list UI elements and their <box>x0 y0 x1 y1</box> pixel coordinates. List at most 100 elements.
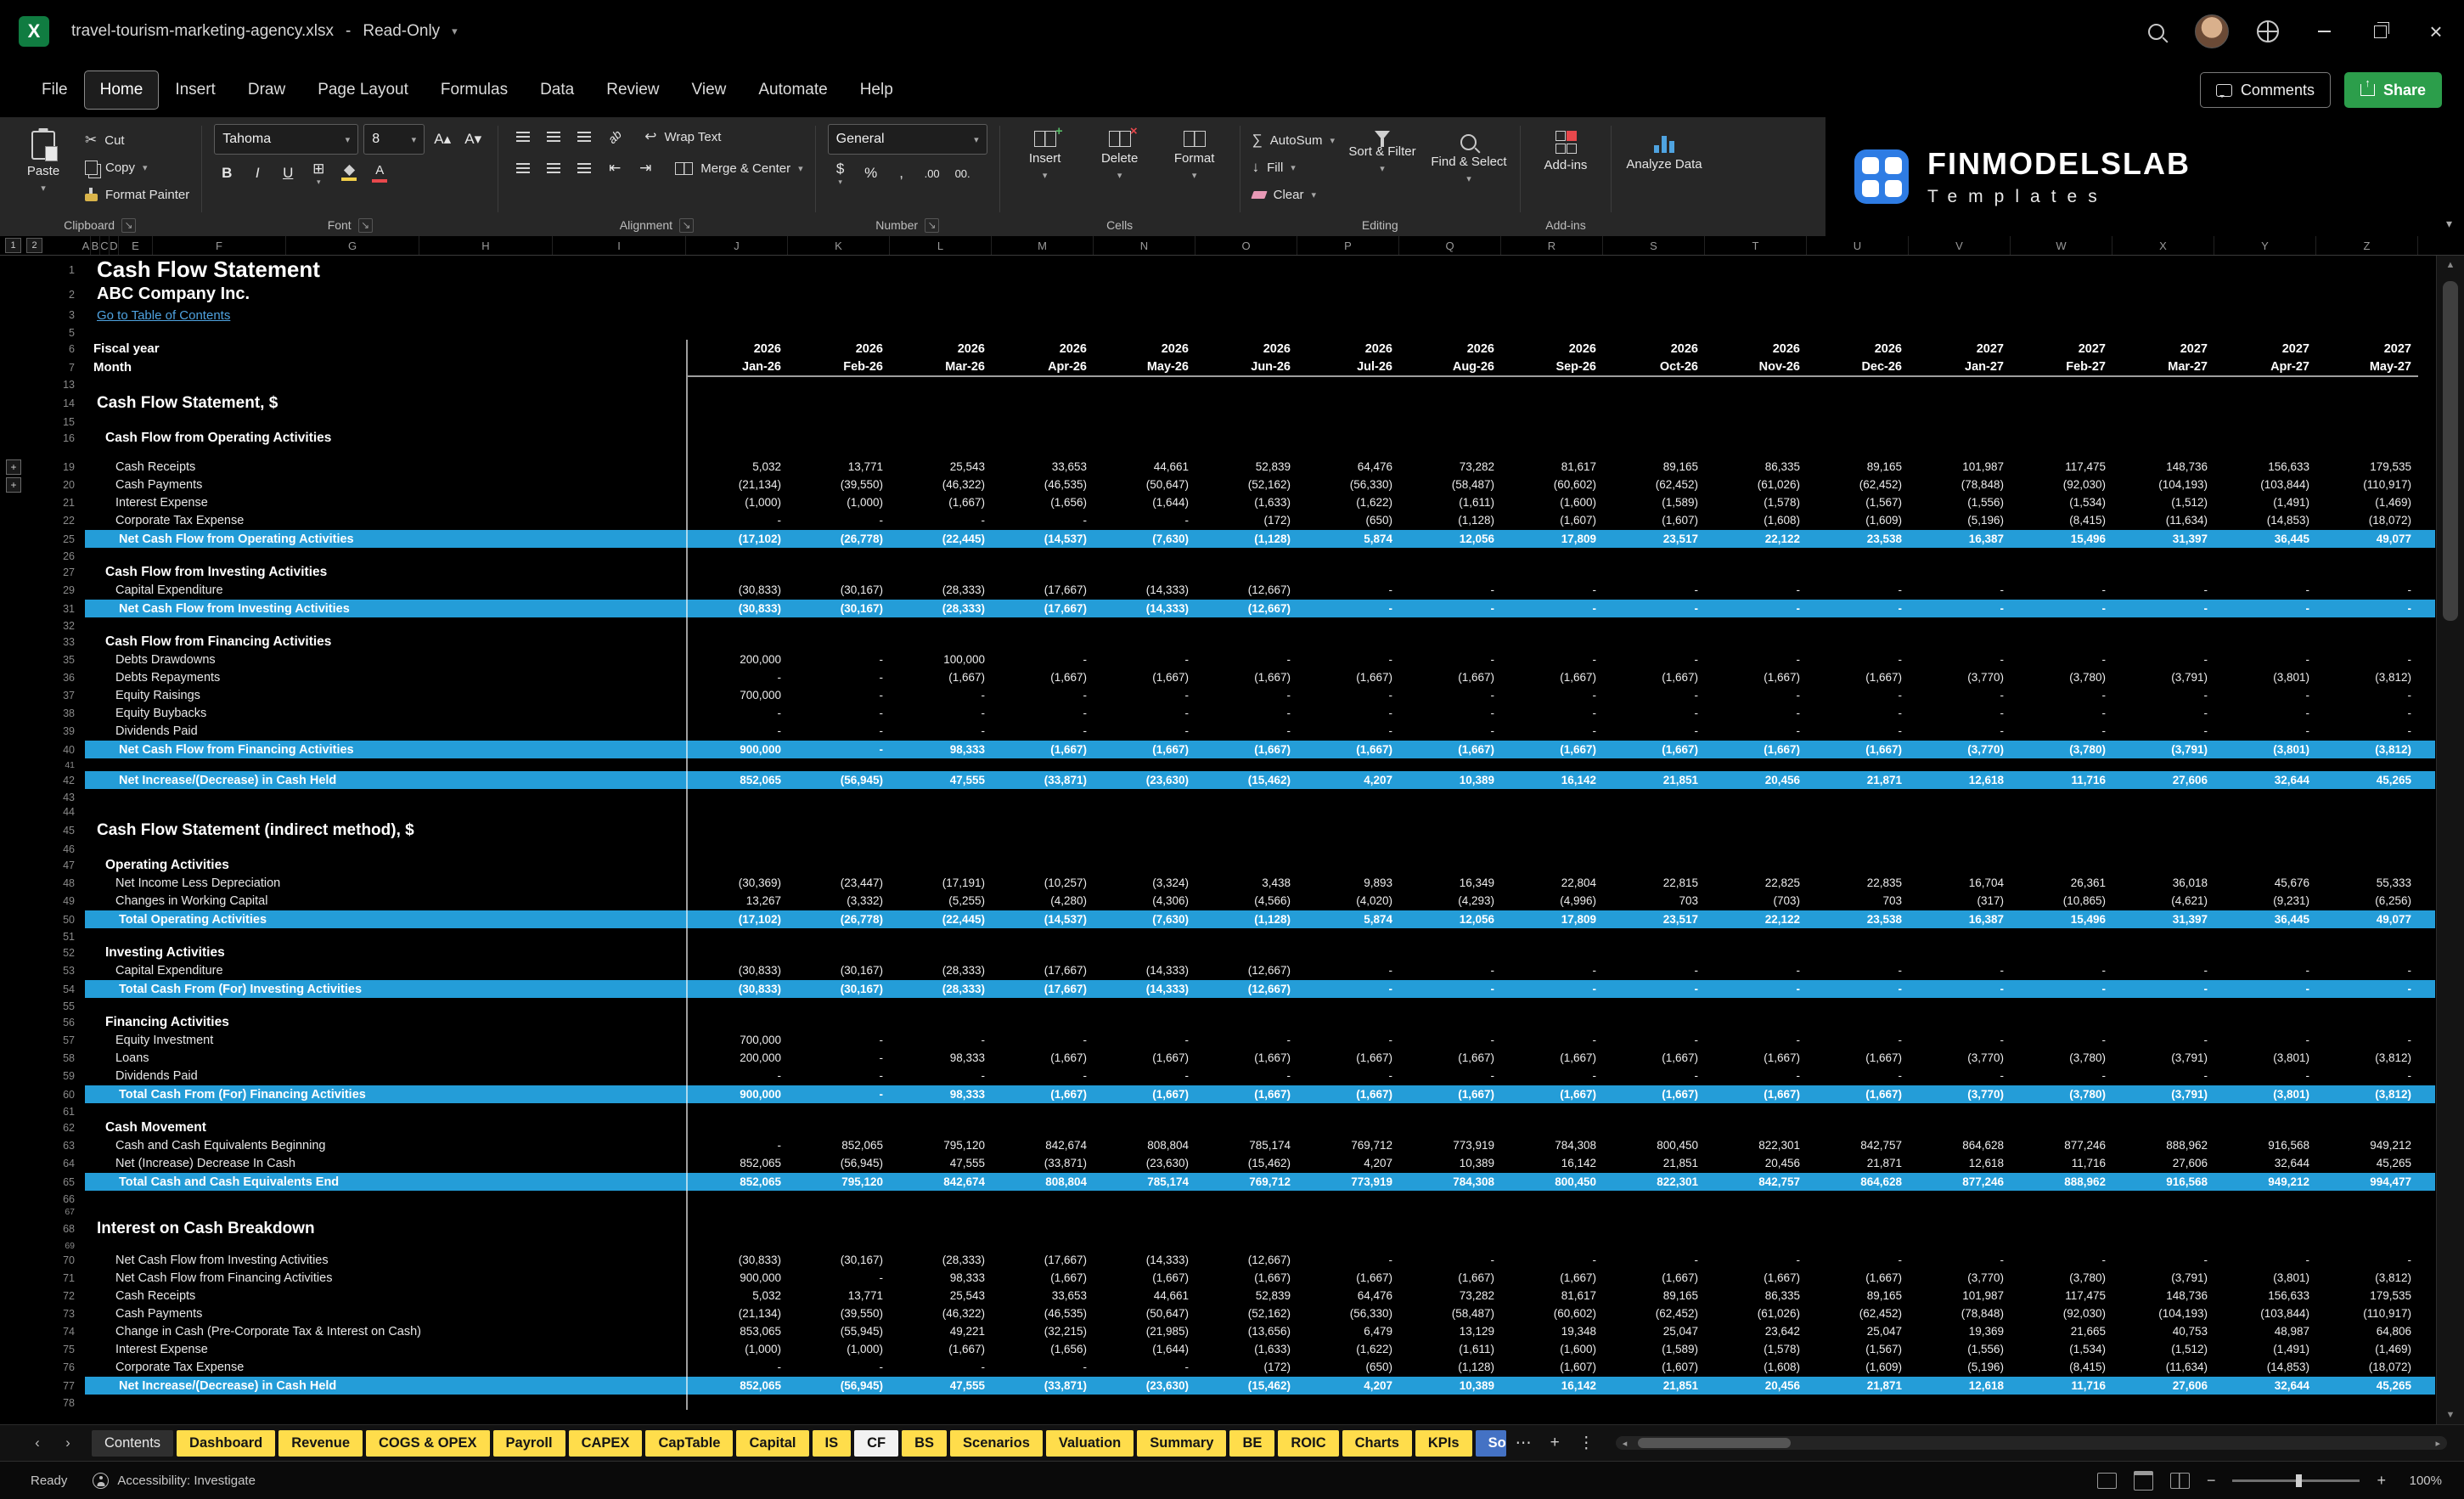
cell[interactable]: (12,667) <box>1197 961 1299 979</box>
cell[interactable]: 9,893 <box>1299 874 1401 892</box>
cell[interactable]: (3,780) <box>2012 1085 2114 1104</box>
row-number[interactable]: 2 <box>31 284 82 305</box>
cell[interactable]: - <box>1910 1251 2012 1269</box>
cell[interactable]: (3,812) <box>2318 1049 2420 1067</box>
cell[interactable]: (1,534) <box>2012 1340 2114 1358</box>
cell[interactable]: (58,487) <box>1401 476 1503 493</box>
cell[interactable]: - <box>1707 961 1809 979</box>
cell[interactable]: 21,851 <box>1605 1376 1707 1395</box>
cut-button[interactable]: ✂Cut <box>85 129 189 151</box>
cell[interactable]: (15,462) <box>1197 1376 1299 1395</box>
cell[interactable]: - <box>1809 581 1910 599</box>
cell[interactable]: (21,134) <box>688 1305 790 1322</box>
cell[interactable]: Dec-26 <box>1809 358 1910 375</box>
cell[interactable]: (1,667) <box>1605 1085 1707 1104</box>
row-number[interactable]: 57 <box>31 1031 82 1049</box>
cell[interactable]: (55,945) <box>790 1322 892 1340</box>
cell[interactable]: 21,851 <box>1605 770 1707 790</box>
cell[interactable]: - <box>892 1358 993 1376</box>
cell[interactable]: 98,333 <box>892 1269 993 1287</box>
cell[interactable]: - <box>1503 722 1605 740</box>
cell[interactable]: Mar-26 <box>892 358 993 375</box>
cell[interactable]: 22,122 <box>1707 529 1809 549</box>
menu-tab-page-layout[interactable]: Page Layout <box>301 70 425 110</box>
cell[interactable]: - <box>688 722 790 740</box>
cell[interactable]: 20,456 <box>1707 1376 1809 1395</box>
cell[interactable]: (28,333) <box>892 581 993 599</box>
cell[interactable]: 2027 <box>1910 340 2012 358</box>
underline-button[interactable]: U <box>275 161 301 186</box>
cell[interactable]: - <box>1503 1031 1605 1049</box>
cell[interactable]: (60,602) <box>1503 476 1605 493</box>
cell[interactable]: 822,301 <box>1605 1172 1707 1192</box>
cell[interactable]: (23,630) <box>1095 770 1197 790</box>
cell[interactable]: - <box>688 1067 790 1085</box>
cell[interactable]: 800,450 <box>1503 1172 1605 1192</box>
cell[interactable]: - <box>2216 1067 2318 1085</box>
cell[interactable]: (50,647) <box>1095 1305 1197 1322</box>
cell[interactable]: (52,162) <box>1197 476 1299 493</box>
cell[interactable]: 2026 <box>892 340 993 358</box>
cell[interactable]: (3,791) <box>2114 740 2216 759</box>
cell[interactable]: 12,618 <box>1910 770 2012 790</box>
cell[interactable]: (3,780) <box>2012 1269 2114 1287</box>
cell[interactable]: - <box>1605 686 1707 704</box>
cell[interactable]: - <box>790 1049 892 1067</box>
cell[interactable]: (1,667) <box>1401 1085 1503 1104</box>
cell[interactable]: 47,555 <box>892 1376 993 1395</box>
cell[interactable]: 2026 <box>1299 340 1401 358</box>
cell[interactable]: Sep-26 <box>1503 358 1605 375</box>
cell[interactable]: (3,791) <box>2114 1085 2216 1104</box>
cell[interactable]: - <box>1910 651 2012 668</box>
cell[interactable]: - <box>1707 722 1809 740</box>
cell[interactable]: (15,462) <box>1197 1154 1299 1172</box>
cell[interactable]: - <box>1197 1031 1299 1049</box>
cell[interactable]: 156,633 <box>2216 458 2318 476</box>
cell[interactable]: - <box>1503 961 1605 979</box>
cell[interactable]: (30,167) <box>790 1251 892 1269</box>
cell[interactable]: - <box>2012 1251 2114 1269</box>
zoom-in-button[interactable]: + <box>2377 1472 2386 1490</box>
cell[interactable]: 86,335 <box>1707 1287 1809 1305</box>
cell[interactable]: (317) <box>1910 892 2012 910</box>
cell[interactable]: - <box>1401 599 1503 618</box>
menu-tab-home[interactable]: Home <box>84 70 160 110</box>
cell[interactable]: (3,801) <box>2216 740 2318 759</box>
cell[interactable]: (1,589) <box>1605 493 1707 511</box>
bold-button[interactable]: B <box>214 161 239 186</box>
cell[interactable]: - <box>1707 686 1809 704</box>
cell[interactable]: (62,452) <box>1809 476 1910 493</box>
cell[interactable]: (17,102) <box>688 910 790 929</box>
cell[interactable]: 2026 <box>1197 340 1299 358</box>
cell[interactable]: (14,853) <box>2216 1358 2318 1376</box>
cell[interactable]: 148,736 <box>2114 1287 2216 1305</box>
cell[interactable]: 900,000 <box>688 1085 790 1104</box>
cell[interactable]: - <box>790 704 892 722</box>
cell[interactable]: 47,555 <box>892 1154 993 1172</box>
cell[interactable]: (30,369) <box>688 874 790 892</box>
cell[interactable]: 86,335 <box>1707 458 1809 476</box>
cell[interactable]: 13,771 <box>790 458 892 476</box>
cell[interactable]: (3,791) <box>2114 668 2216 686</box>
more-sheets-button[interactable]: ⋯ <box>1506 1434 1541 1453</box>
next-sheet-icon[interactable]: › <box>53 1434 83 1451</box>
column-header[interactable]: Z <box>2316 236 2418 255</box>
cell[interactable]: 769,712 <box>1197 1172 1299 1192</box>
cell[interactable]: - <box>993 651 1095 668</box>
cell[interactable]: - <box>1707 581 1809 599</box>
cell[interactable]: - <box>1401 979 1503 999</box>
cell[interactable]: (21,985) <box>1095 1322 1197 1340</box>
cell[interactable]: - <box>1503 651 1605 668</box>
align-top-button[interactable] <box>510 124 536 149</box>
cell[interactable]: 47,555 <box>892 770 993 790</box>
cell[interactable]: (3,770) <box>1910 1085 2012 1104</box>
cell[interactable]: - <box>993 1031 1095 1049</box>
cell[interactable]: (1,128) <box>1197 910 1299 929</box>
cell[interactable]: 16,142 <box>1503 770 1605 790</box>
cell[interactable]: (1,000) <box>790 493 892 511</box>
cell[interactable]: (1,622) <box>1299 1340 1401 1358</box>
cell[interactable]: (56,945) <box>790 1154 892 1172</box>
cell[interactable]: 16,142 <box>1503 1154 1605 1172</box>
cell[interactable]: 852,065 <box>688 770 790 790</box>
cell[interactable]: - <box>1910 722 2012 740</box>
